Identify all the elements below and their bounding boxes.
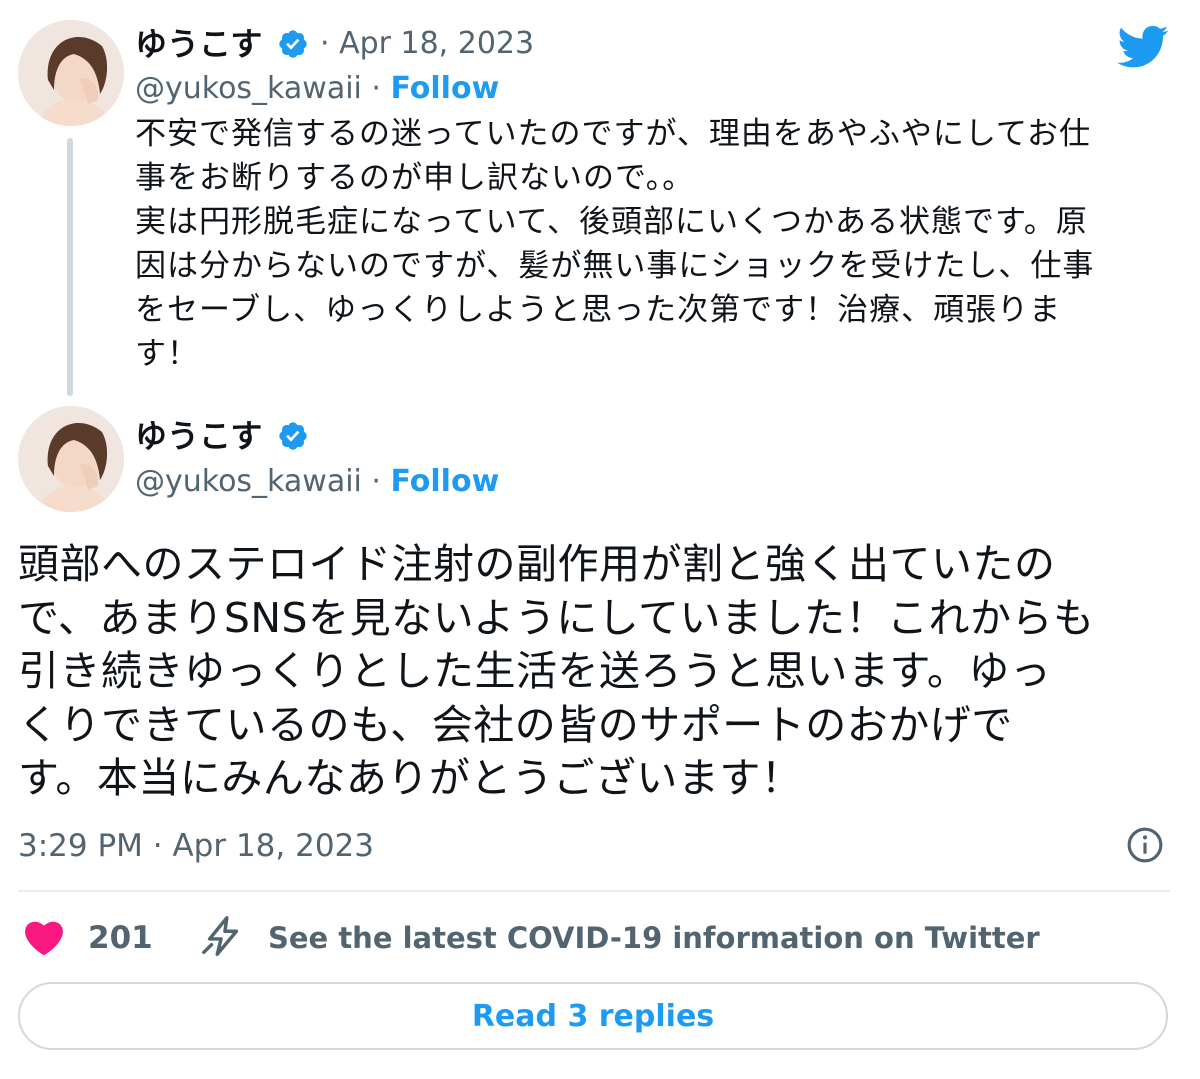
handle[interactable]: @yukos_kawaii (135, 71, 362, 106)
divider (18, 890, 1170, 892)
avatar-image (18, 20, 124, 126)
covid-info-link[interactable]: See the latest COVID-19 information on T… (268, 918, 1040, 958)
avatar[interactable] (18, 406, 124, 512)
tweet-text: 頭部へのステロイド注射の副作用が割と強く出ていたの で、あまりSNSを見ないよう… (18, 540, 1095, 802)
lightning-bolt-icon[interactable] (200, 914, 246, 960)
tweet-text: 不安で発信するの迷っていたのですが、理由をあやふやにしてお仕 事をお断りするのが… (135, 116, 1095, 372)
heart-icon[interactable] (23, 918, 65, 956)
verified-badge-icon (279, 422, 307, 450)
handle-row: @yukos_kawaii · Follow (135, 71, 499, 107)
info-icon[interactable] (1126, 826, 1164, 864)
handle-row: @yukos_kawaii · Follow (135, 464, 499, 500)
verified-badge-icon (279, 30, 307, 58)
separator: · (371, 71, 381, 106)
follow-button[interactable]: Follow (391, 71, 500, 106)
follow-button[interactable]: Follow (391, 464, 500, 499)
read-replies-label: Read 3 replies (471, 998, 715, 1034)
twitter-bird-icon[interactable] (1117, 25, 1169, 69)
display-name[interactable]: ゆうこす (135, 25, 262, 63)
tweet-date[interactable]: · Apr 18, 2023 (320, 26, 534, 62)
handle[interactable]: @yukos_kawaii (135, 464, 362, 499)
separator: · (371, 464, 381, 499)
avatar-image (18, 406, 124, 512)
avatar[interactable] (18, 20, 124, 126)
tweet-timestamp[interactable]: 3:29 PM · Apr 18, 2023 (18, 826, 374, 866)
read-replies-button[interactable]: Read 3 replies (18, 982, 1168, 1050)
like-count[interactable]: 201 (88, 918, 153, 958)
thread-connector-line (67, 138, 73, 396)
display-name[interactable]: ゆうこす (135, 417, 262, 455)
